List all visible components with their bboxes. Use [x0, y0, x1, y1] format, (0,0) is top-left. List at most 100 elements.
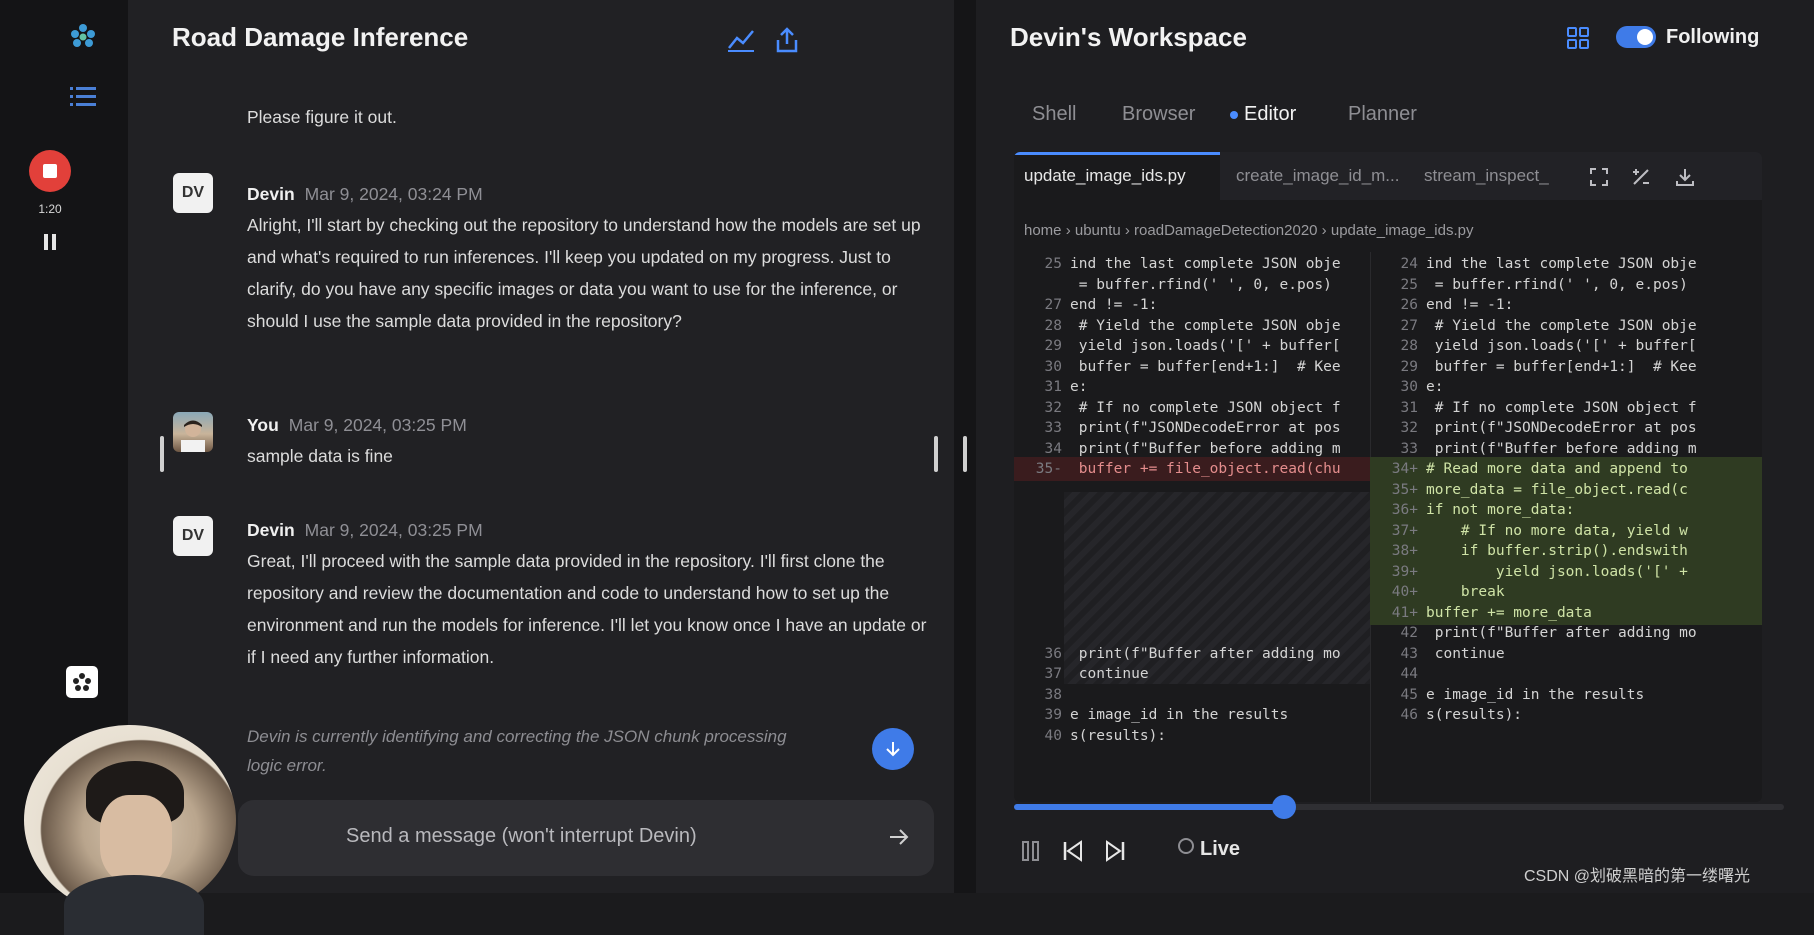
code-text: yield json.loads('[' + buffer[	[1070, 338, 1341, 354]
fullscreen-icon[interactable]	[1588, 166, 1610, 188]
send-arrow-icon[interactable]	[886, 824, 912, 850]
arrow-down-icon	[886, 742, 900, 757]
code-text: break	[1426, 584, 1505, 600]
pause-icon[interactable]	[38, 230, 62, 254]
code-text: buffer += more_data	[1426, 604, 1592, 621]
diff-toggle-icon[interactable]	[1630, 166, 1652, 188]
diff-modified-pane: 24 ind the last complete JSON obje 25 = bu…	[1370, 252, 1762, 802]
message-input-placeholder: Send a message (won't interrupt Devin)	[346, 825, 697, 847]
code-text: more_data = file_object.read(c	[1426, 481, 1688, 498]
following-toggle[interactable]	[1616, 26, 1656, 48]
code-text: # If no complete JSON object f	[1070, 399, 1341, 416]
resize-handle[interactable]	[963, 436, 967, 472]
code-text: print(f"Buffer after adding mo	[1426, 625, 1697, 641]
message-time: Mar 9, 2024, 03:24 PM	[304, 184, 483, 204]
watermark: CSDN @划破黑暗的第一缕曙光	[1524, 868, 1751, 885]
message-time: Mar 9, 2024, 03:25 PM	[304, 520, 483, 540]
code-text: print(f"JSONDecodeError at pos	[1426, 420, 1697, 436]
code-text: yield json.loads('[' +	[1426, 563, 1688, 580]
share-icon[interactable]	[772, 26, 802, 54]
code-text: yield json.loads('[' + buffer[	[1426, 338, 1697, 354]
tab-editor[interactable]: Editor	[1229, 103, 1296, 126]
code-text: # Yield the complete JSON obje	[1070, 317, 1341, 334]
code-text: s(results):	[1070, 727, 1167, 744]
code-text: if not more_data:	[1426, 502, 1575, 518]
recording-time: 1:20	[38, 202, 62, 216]
code-text: ind the last complete JSON obje	[1070, 256, 1341, 272]
code-line: 35- buffer += file_object.read(chu	[1014, 457, 1370, 481]
code-text: print(f"Buffer after adding mo	[1070, 645, 1341, 662]
panel-divider[interactable]	[954, 0, 976, 893]
grid-icon[interactable]	[1566, 26, 1590, 50]
chat-panel: Road Damage Inference Please figure it o…	[128, 0, 954, 893]
code-line: 46 s(results):	[1370, 703, 1762, 727]
avatar: DV	[173, 173, 213, 213]
code-text: print(f"Buffer before adding m	[1426, 440, 1697, 457]
workspace-title: Devin's Workspace	[1010, 22, 1247, 52]
message-text: Alright, I'll start by checking out the …	[247, 215, 921, 331]
code-text: # If no more data, yield w	[1426, 522, 1688, 539]
code-editor: update_image_ids.py create_image_id_m...…	[1014, 152, 1762, 802]
tab-browser[interactable]: Browser	[1122, 103, 1195, 126]
download-icon[interactable]	[1674, 166, 1696, 188]
code-text: print(f"Buffer before adding m	[1070, 440, 1341, 457]
message-time: Mar 9, 2024, 03:25 PM	[288, 415, 467, 435]
code-text: buffer += file_object.read(chu	[1070, 461, 1341, 477]
code-text: = buffer.rfind(' ', 0, e.pos)	[1070, 276, 1332, 293]
code-text: # Read more data and append to	[1426, 461, 1688, 477]
code-text: e image_id in the results	[1426, 686, 1645, 703]
chart-icon[interactable]	[726, 26, 756, 54]
code-text: # Yield the complete JSON obje	[1426, 317, 1697, 334]
following-label: Following	[1666, 26, 1760, 48]
code-text: e:	[1070, 379, 1088, 395]
tab-shell[interactable]: Shell	[1032, 103, 1076, 126]
code-text: continue	[1070, 666, 1149, 682]
skip-back-icon[interactable]	[1060, 838, 1086, 864]
workspace-panel: Devin's Workspace Following Shell Browse…	[976, 0, 1814, 893]
status-text: Devin is currently identifying and corre…	[247, 727, 787, 775]
code-text: buffer = buffer[end+1:] # Kee	[1070, 358, 1341, 375]
file-tab[interactable]: stream_inspect_	[1414, 152, 1559, 200]
code-text: end != -1:	[1426, 297, 1514, 313]
code-line: 40 s(results):	[1014, 724, 1370, 748]
tab-planner[interactable]: Planner	[1348, 103, 1417, 126]
message-input[interactable]: Send a message (won't interrupt Devin)	[238, 800, 934, 876]
code-text: e:	[1426, 379, 1444, 395]
file-tab[interactable]: create_image_id_m...	[1226, 152, 1409, 200]
code-text: if buffer.strip().endswith	[1426, 543, 1688, 559]
author-name: You	[247, 415, 279, 435]
message-header: Devin Mar 9, 2024, 03:25 PM	[247, 520, 483, 541]
timeline-knob[interactable]	[1271, 795, 1296, 819]
file-tab[interactable]: update_image_ids.py	[1014, 152, 1220, 203]
code-text: # If no complete JSON object f	[1426, 399, 1697, 416]
message-header: Devin Mar 9, 2024, 03:24 PM	[247, 184, 483, 205]
message-text: Great, I'll proceed with the sample data…	[247, 551, 927, 667]
user-avatar	[173, 412, 213, 452]
code-text: ind the last complete JSON obje	[1426, 256, 1697, 272]
author-name: Devin	[247, 184, 295, 204]
code-text: buffer = buffer[end+1:] # Kee	[1426, 358, 1697, 375]
devin-logo-icon[interactable]	[68, 22, 98, 52]
message-text: sample data is fine	[247, 446, 393, 466]
code-text: continue	[1426, 645, 1505, 662]
diff-original-pane: 25 ind the last complete JSON obje = buff…	[1014, 252, 1371, 802]
scroll-marker	[934, 436, 938, 472]
live-button[interactable]: Live	[1178, 838, 1240, 861]
message-text: Please figure it out.	[247, 107, 397, 127]
scroll-marker	[160, 436, 164, 472]
session-list-icon[interactable]	[70, 86, 96, 108]
app-switcher-icon[interactable]	[66, 666, 98, 698]
code-text: = buffer.rfind(' ', 0, e.pos)	[1426, 276, 1688, 293]
pause-icon[interactable]	[1018, 838, 1044, 864]
skip-forward-icon[interactable]	[1102, 838, 1128, 864]
file-tab-bar: update_image_ids.py create_image_id_m...…	[1014, 152, 1762, 203]
webcam-overlay	[24, 725, 236, 935]
scroll-down-button[interactable]	[872, 728, 914, 770]
avatar: DV	[173, 516, 213, 556]
stop-recording-button[interactable]	[29, 150, 71, 192]
message-header: You Mar 9, 2024, 03:25 PM	[247, 415, 467, 436]
line-number: 46	[1400, 707, 1418, 723]
playback-timeline[interactable]	[1014, 795, 1784, 819]
chat-title: Road Damage Inference	[172, 22, 469, 52]
timeline-progress	[1014, 804, 1284, 810]
